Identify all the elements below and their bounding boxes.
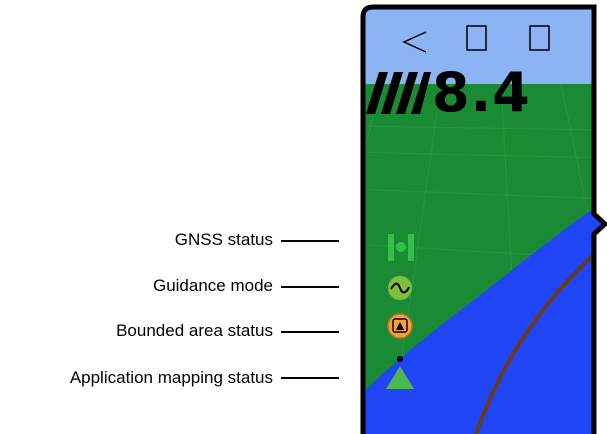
bounded-area-icon[interactable] [387, 313, 413, 339]
callout-line-guidance-mode [281, 286, 339, 288]
callout-label-bounded-area: Bounded area status [116, 321, 273, 340]
callout-line-application-mapping [281, 377, 339, 379]
callout-line-bounded-area [281, 331, 339, 333]
speed-readout: 8.4 [432, 61, 531, 124]
callout-label-application-mapping: Application mapping status [69, 368, 273, 387]
guidance-curve-icon[interactable] [388, 276, 412, 300]
callout-label-guidance-mode: Guidance mode [152, 276, 273, 295]
callout-label-gnss: GNSS status [174, 230, 273, 249]
callout-line-gnss [281, 240, 339, 242]
